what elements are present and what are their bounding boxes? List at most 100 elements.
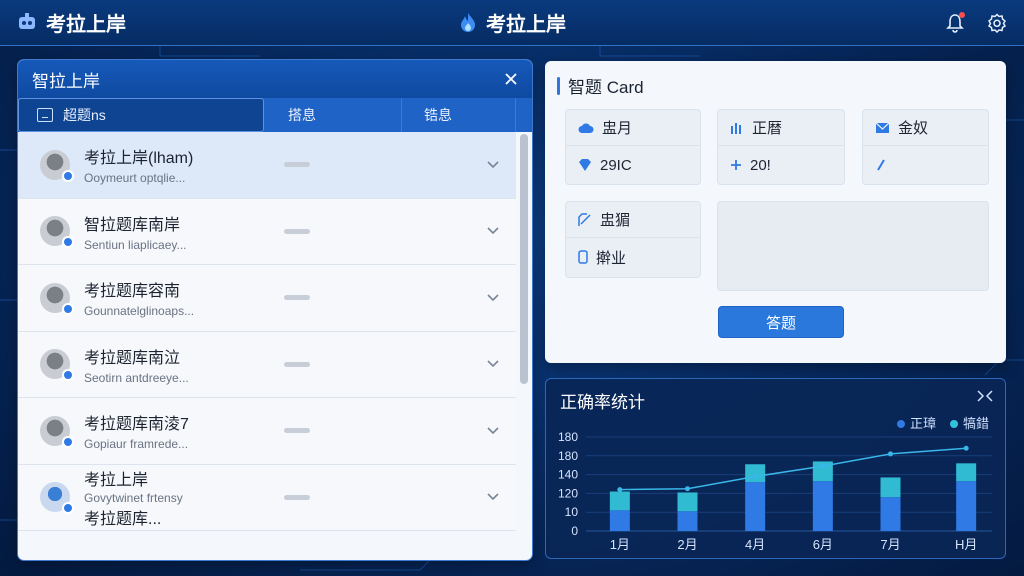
x-tick-label: 1月 <box>610 537 630 552</box>
placeholder-bar <box>284 228 310 234</box>
pen-icon <box>877 159 885 171</box>
status-dot <box>62 369 74 382</box>
y-tick-label: 10 <box>565 505 579 519</box>
avatar <box>40 149 74 182</box>
status-dot <box>62 502 74 515</box>
box-icon <box>37 108 53 122</box>
chevron-down-icon[interactable] <box>486 158 500 172</box>
bar-correct <box>609 510 630 531</box>
avatar <box>40 482 74 515</box>
scrollbar[interactable] <box>520 134 528 384</box>
stat-tile[interactable]: 盅猸 擀业 <box>565 201 701 278</box>
chevron-down-icon[interactable] <box>486 224 500 238</box>
item-subtitle: Govytwinet frtensy <box>84 490 183 505</box>
tile-label: 正暦 <box>752 120 783 137</box>
y-tick-label: 140 <box>558 468 578 482</box>
x-tick-label: 4月 <box>745 537 765 552</box>
bar-correct <box>880 497 901 531</box>
diamond-icon <box>579 159 591 171</box>
list-item[interactable]: 考拉题库南淩7 Gopiaur framrede... <box>18 398 516 465</box>
placeholder-bar <box>284 428 310 434</box>
item-title-secondary: 考拉题库... <box>84 510 162 528</box>
title-accent <box>557 76 560 95</box>
y-tick-label: 180 <box>558 449 578 463</box>
item-title: 考拉上岸(lham) <box>84 150 194 168</box>
avatar <box>40 415 74 448</box>
answer-button[interactable]: 答题 <box>718 306 844 338</box>
avatar <box>40 349 74 382</box>
card-panel-title: 智题 Card <box>557 73 644 98</box>
edit-icon <box>578 212 591 226</box>
tile-label: 金奴 <box>898 120 929 137</box>
placeholder-bar <box>284 162 310 168</box>
trend-line <box>619 447 967 491</box>
bar-wrong <box>880 477 901 498</box>
tile-label: 盅猸 <box>600 212 631 229</box>
stat-tile[interactable]: 正暦 20! <box>717 109 845 185</box>
list-item[interactable]: 智拉题库南岸 Sentiun liaplicaey... <box>18 198 516 265</box>
app-title: 考拉上岸 <box>46 14 126 36</box>
brand-left: 考拉上岸 <box>16 8 126 37</box>
y-tick-label: 120 <box>558 486 578 500</box>
status-dot <box>62 236 74 249</box>
chevron-down-icon[interactable] <box>486 291 500 305</box>
item-title: 考拉题库南淩7 <box>84 416 189 434</box>
avatar <box>40 282 74 315</box>
stat-tile[interactable]: 盅月 29IC <box>565 109 701 185</box>
y-tick-label: 0 <box>571 524 578 538</box>
trend-point <box>820 463 826 469</box>
trend-point <box>963 445 969 451</box>
item-subtitle: Seotirn antdreeye... <box>84 370 189 385</box>
tab-label: 搭息 <box>288 107 316 123</box>
notification-button[interactable] <box>944 11 966 34</box>
tab-info[interactable]: 搭息 <box>264 98 402 132</box>
tab-label: 超题ns <box>63 107 106 123</box>
status-dot <box>62 169 74 182</box>
list-item[interactable]: 考拉题库容南 Gounnatelglinoaps... <box>18 265 516 332</box>
x-tick-label: 6月 <box>813 537 833 552</box>
tab-errors[interactable]: 锆息 <box>402 98 516 132</box>
bar-correct <box>956 481 977 531</box>
trend-point <box>888 451 893 457</box>
flame-icon <box>461 12 475 32</box>
item-subtitle: Sentiun liaplicaey... <box>84 237 187 252</box>
close-icon[interactable] <box>504 72 518 86</box>
accuracy-chart-panel: 正确率统计 正璋 犒錯 0 10 120 140 180 180 1月 2月 4月 6月 7月 H月 <box>545 378 1006 559</box>
chevron-down-icon[interactable] <box>486 357 500 371</box>
bar-wrong <box>956 463 977 482</box>
chevron-down-icon[interactable] <box>486 490 500 504</box>
bar-wrong <box>609 491 630 511</box>
list-panel-header: 智拉上岸 <box>18 60 532 98</box>
bar-correct <box>745 482 766 531</box>
card-title-text: 智题 Card <box>568 78 644 97</box>
trend-point <box>617 487 623 493</box>
stat-tile[interactable]: 金奴 <box>862 109 989 185</box>
placeholder-bar <box>284 494 310 500</box>
item-title: 考拉上岸 <box>84 471 149 489</box>
trend-point <box>685 486 690 492</box>
bars-icon <box>731 122 741 134</box>
status-dot <box>62 302 74 315</box>
settings-button[interactable] <box>986 12 1008 34</box>
bar-wrong <box>745 464 766 483</box>
empty-tile <box>717 201 989 291</box>
chevron-down-icon[interactable] <box>486 424 500 438</box>
tile-label: 盅月 <box>602 120 633 137</box>
list-item[interactable]: 考拉上岸(lham) Ooymeurt optqlie... <box>18 132 516 199</box>
question-list: 考拉上岸(lham) Ooymeurt optqlie... 智拉题库南岸 Se… <box>18 132 532 560</box>
list-item[interactable]: 考拉上岸 Govytwinet frtensy 考拉题库... <box>18 464 516 531</box>
x-tick-label: 7月 <box>880 537 900 552</box>
status-dot <box>62 435 74 448</box>
list-panel: 智拉上岸 超题ns 搭息 锆息 考拉上岸(lham) Ooymeurt optq… <box>18 60 532 560</box>
x-tick-label: 2月 <box>677 537 697 552</box>
notification-dot <box>959 11 965 18</box>
tab-questions[interactable]: 超题ns <box>18 98 264 132</box>
tab-bar: 超题ns 搭息 锆息 <box>18 98 532 132</box>
top-bar: 考拉上岸 考拉上岸 <box>0 0 1024 46</box>
item-title: 考拉题库容南 <box>84 283 181 301</box>
list-item[interactable]: 考拉题库南泣 Seotirn antdreeye... <box>18 331 516 398</box>
tab-label: 锆息 <box>424 107 452 123</box>
plus-icon <box>731 160 741 170</box>
tile-value: 29IC <box>600 156 632 174</box>
trend-point <box>752 473 758 479</box>
